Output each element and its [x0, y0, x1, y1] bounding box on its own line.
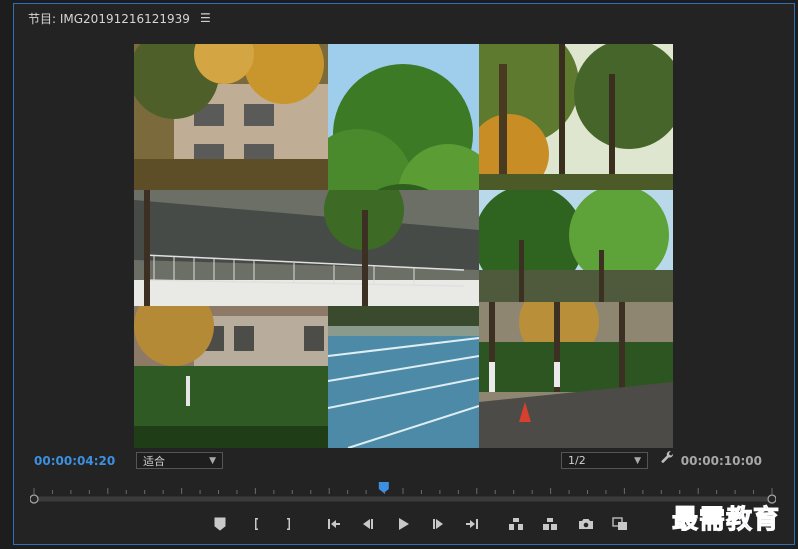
- comparison-view-button[interactable]: [610, 514, 630, 534]
- mark-out-button[interactable]: [278, 514, 298, 534]
- export-frame-button[interactable]: [576, 514, 596, 534]
- mark-out-icon: [287, 518, 290, 530]
- go-to-in-icon: [328, 519, 340, 529]
- zoom-level-value: 适合: [143, 454, 165, 468]
- zoom-level-select[interactable]: 适合 ▼: [136, 452, 223, 469]
- video-tile-middle-right: [479, 190, 673, 302]
- playhead[interactable]: [378, 482, 389, 493]
- comparison-icon: [612, 517, 627, 530]
- camera-icon: [579, 519, 593, 529]
- video-tile-bottom-left: [134, 306, 328, 448]
- video-tile-top-left: [134, 44, 328, 190]
- step-back-button[interactable]: [358, 514, 378, 534]
- go-to-in-button[interactable]: [324, 514, 344, 534]
- playback-resolution-value: 1/2: [568, 454, 586, 467]
- ruler-ticks: [33, 488, 773, 494]
- program-viewer[interactable]: [134, 44, 673, 448]
- step-back-icon: [363, 519, 373, 529]
- add-marker-button[interactable]: [210, 514, 230, 534]
- video-tile-bottom-center: [328, 326, 479, 448]
- current-timecode[interactable]: 00:00:04:20: [34, 454, 115, 468]
- extract-icon: [543, 518, 557, 530]
- wrench-icon[interactable]: [660, 451, 675, 470]
- go-to-out-icon: [466, 519, 478, 529]
- lift-button[interactable]: [506, 514, 526, 534]
- hamburger-menu-icon[interactable]: ☰: [200, 11, 211, 25]
- duration-timecode: 00:00:10:00: [680, 454, 762, 468]
- lift-icon: [509, 518, 523, 530]
- play-icon: [399, 518, 409, 530]
- marker-icon: [214, 517, 226, 531]
- mark-in-button[interactable]: [247, 514, 267, 534]
- extract-button[interactable]: [540, 514, 560, 534]
- video-tile-top-right: [479, 44, 673, 190]
- step-forward-icon: [433, 519, 443, 529]
- video-tile-bottom-right: [479, 302, 673, 448]
- chevron-down-icon: ▼: [634, 455, 641, 466]
- in-point-handle[interactable]: [30, 494, 39, 504]
- chevron-down-icon: ▼: [209, 455, 216, 466]
- watermark-logo: 最需教育: [672, 505, 781, 536]
- play-button[interactable]: [393, 514, 413, 534]
- timecode-bar: 00:00:04:20 适合 ▼ 1/2 ▼ 00:00:10:00: [14, 449, 794, 473]
- panel-header: 节目: IMG20191216121939 ☰: [14, 4, 794, 32]
- playback-resolution-select[interactable]: 1/2 ▼: [561, 452, 648, 469]
- video-tile-middle-left: [134, 190, 479, 306]
- time-ruler[interactable]: [30, 482, 776, 504]
- program-monitor-panel: 节目: IMG20191216121939 ☰ 00:00:04:20 适合 ▼…: [13, 3, 795, 545]
- mark-in-icon: [255, 518, 258, 530]
- panel-title[interactable]: 节目: IMG20191216121939: [28, 10, 190, 27]
- go-to-out-button[interactable]: [462, 514, 482, 534]
- step-forward-button[interactable]: [428, 514, 448, 534]
- time-ruler-svg[interactable]: [30, 482, 776, 504]
